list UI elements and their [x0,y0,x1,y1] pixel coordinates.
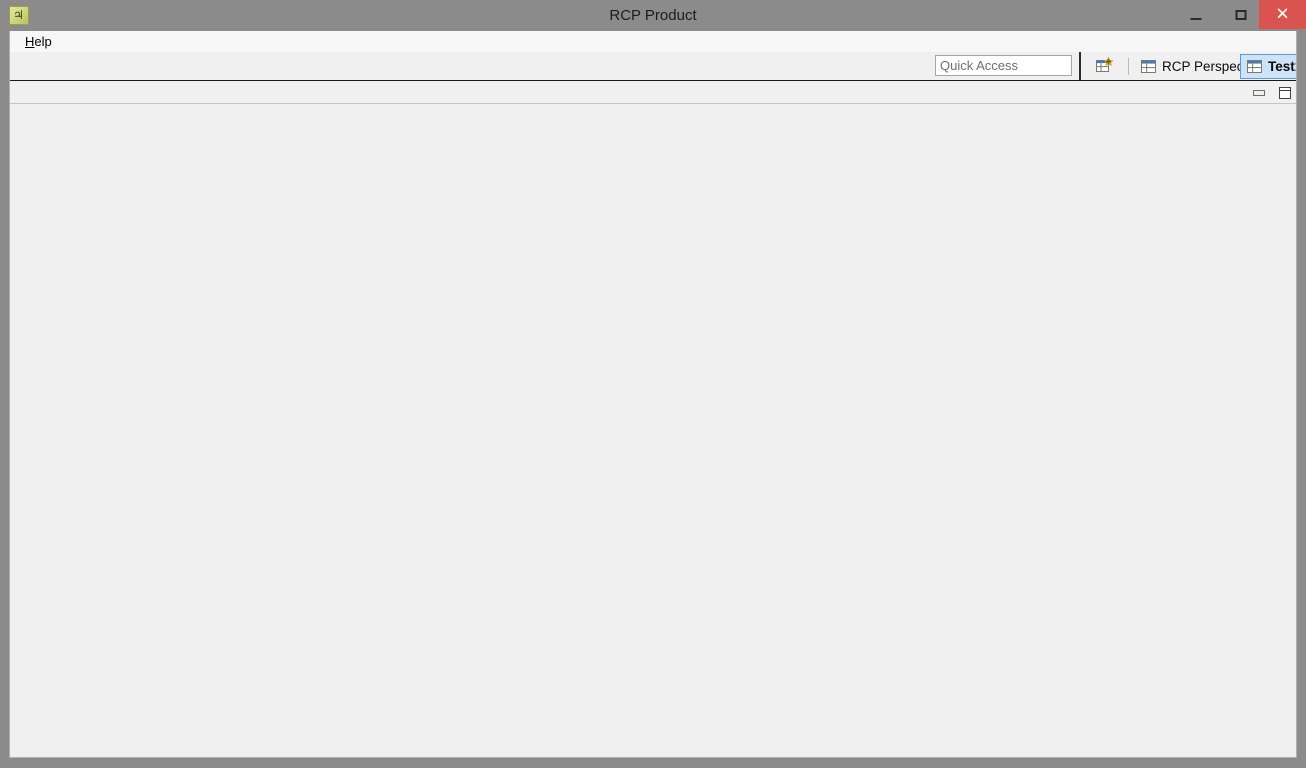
client-area: Help Quick Access RCP Perspective Test [9,31,1297,758]
restore-icon [1253,90,1265,96]
quick-access-wrapper [935,55,1072,76]
perspective-switcher: RCP Perspective Test1 [1084,52,1296,81]
perspective-icon [1141,60,1156,73]
title-bar[interactable]: ♃ RCP Product ✕ [0,0,1306,31]
menu-bar: Help [10,31,1296,53]
toolbar-divider [1079,52,1081,81]
menu-item-help[interactable]: Help [18,33,59,51]
maximize-icon [1235,9,1246,20]
eclipse-app-icon: ♃ [9,6,29,25]
application-window: ♃ RCP Product ✕ Help Quick Access RCP Pe… [0,0,1306,768]
app-icon-glyph: ♃ [13,8,24,22]
minimize-icon [1190,17,1201,20]
perspective-trim-row [10,81,1296,154]
maximize-icon [1279,87,1291,99]
window-minimize-button[interactable] [1173,0,1218,29]
window-maximize-button[interactable] [1218,0,1263,29]
close-icon: ✕ [1275,4,1290,24]
menu-help-mnemonic: H [25,34,35,49]
perspective-tab-label: Test1 [1268,59,1296,74]
open-perspective-icon [1096,56,1114,72]
maximize-view-button[interactable] [1276,85,1294,101]
menu-help-rest: elp [34,34,52,49]
perspective-icon [1247,60,1262,73]
window-close-button[interactable]: ✕ [1259,0,1306,29]
open-perspective-button[interactable] [1094,56,1120,78]
window-title: RCP Product [609,7,697,24]
perspective-tab-test1[interactable]: Test1 [1240,54,1296,79]
quick-access-input[interactable] [935,55,1072,76]
coolbar: RCP Perspective Test1 [10,52,1296,81]
restore-view-button[interactable] [1250,85,1268,101]
perspective-separator [1128,58,1129,75]
editor-area [10,104,1296,757]
